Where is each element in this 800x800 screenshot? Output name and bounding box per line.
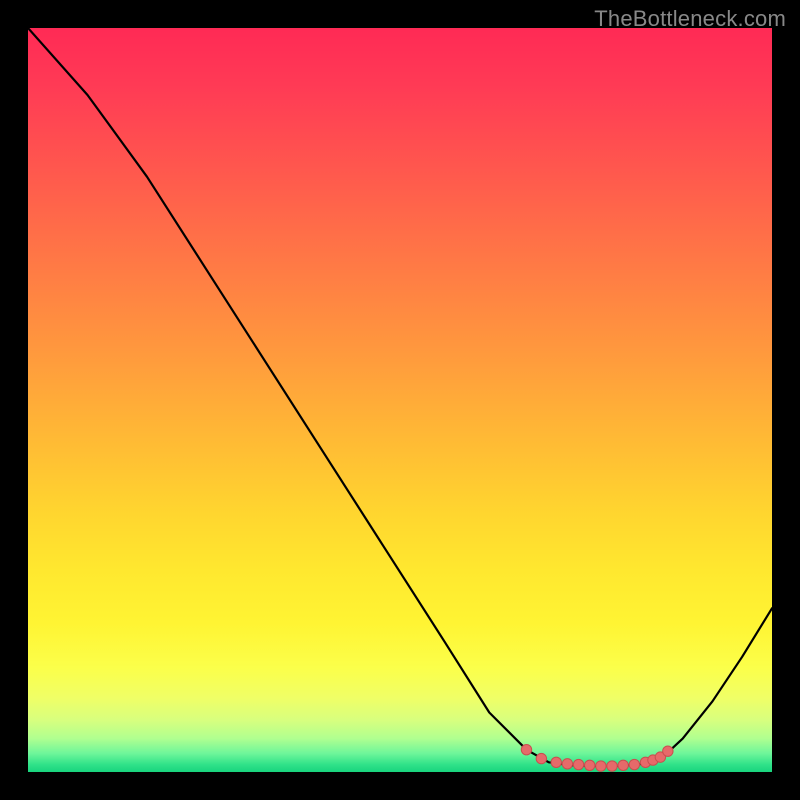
watermark-text: TheBottleneck.com (594, 6, 786, 32)
chart-frame: TheBottleneck.com (0, 0, 800, 800)
plot-area (28, 28, 772, 772)
background-gradient (28, 28, 772, 772)
